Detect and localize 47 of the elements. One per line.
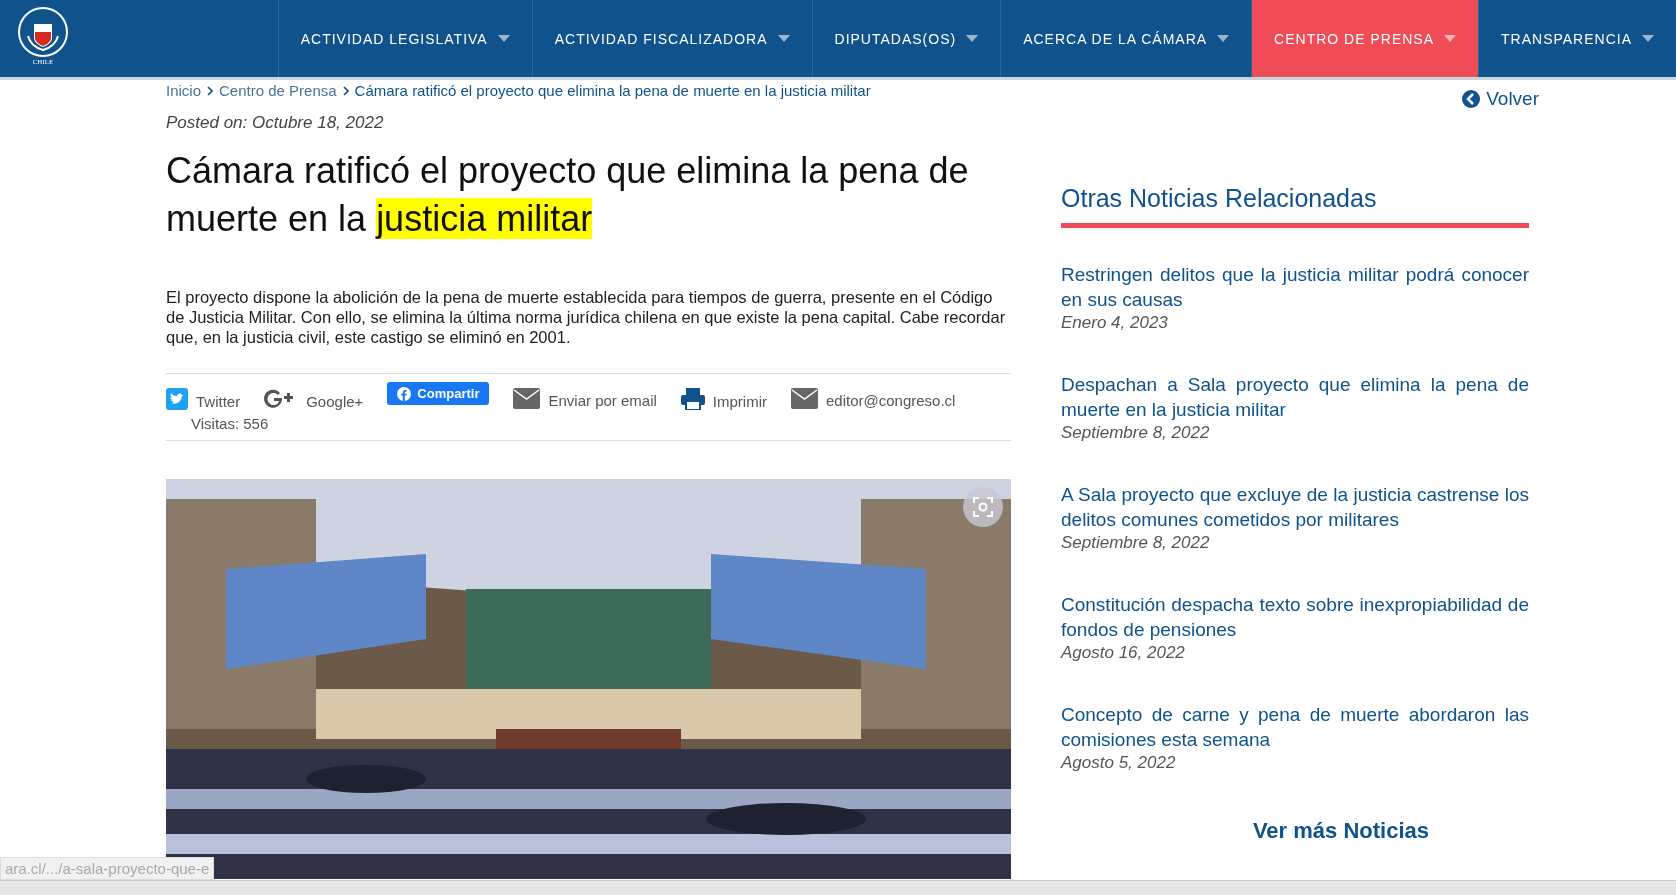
share-link[interactable]: Twitter	[166, 387, 241, 410]
chevron-icon	[342, 85, 349, 96]
caret-icon	[1642, 35, 1654, 42]
section-heading: Otras Noticias Relacionadas	[1061, 184, 1529, 228]
news-date: Septiembre 8, 2022	[1061, 532, 1211, 554]
breadcrumb-link[interactable]: Cámara ratificó el proyecto que elimina la pena de muerte en la justicia militar	[354, 82, 871, 99]
facebook-icon	[397, 386, 412, 401]
nav-tab[interactable]: DIPUTADAS(OS)	[811, 0, 1001, 77]
back-link[interactable]: Volver	[1462, 88, 1539, 110]
nav-tab[interactable]: ACTIVIDAD LEGISLATIVA	[277, 0, 532, 77]
status-url: ara.cl/.../a-sala-proyecto-que-e	[0, 857, 215, 880]
envelope-icon	[791, 388, 818, 409]
news-date: Septiembre 8, 2022	[1061, 422, 1211, 444]
more-news-link[interactable]: Ver más Noticias	[1252, 818, 1429, 844]
share-link[interactable]: editor@congreso.cl	[791, 388, 956, 409]
share-link[interactable]: Enviar por email	[513, 388, 657, 409]
article-lede: El proyecto dispone la abolición de la pena de muerte establecida para tiempos de guerra, presente en el Código de Justicia Militar. Con ello, se elimina la última norma jurídica chilena en que existe la pena capital. Cabe recordar que, en la justicia civil, este castigo se eliminó en 2001.	[166, 287, 1007, 347]
breadcrumb-link[interactable]: Inicio	[166, 82, 202, 99]
share-link[interactable]: Imprimir	[680, 387, 767, 410]
horizontal-scrollbar[interactable]	[0, 880, 1676, 895]
share-link[interactable]: Google+	[264, 387, 364, 410]
news-link[interactable]: Constitución despacha texto sobre inexpropiabilidad de fondos de pensiones	[1061, 592, 1529, 642]
visit-count: Visitas: 556	[190, 415, 270, 432]
caret-icon	[777, 35, 790, 42]
post-date: Posted on: Octubre 18, 2022	[166, 113, 385, 133]
news-link[interactable]: Concepto de carne y pena de muerte abordaron las comisiones esta semana	[1061, 702, 1529, 752]
news-link[interactable]: A Sala proyecto que excluye de la justicia castrense los delitos comunes cometidos por militares	[1061, 482, 1529, 532]
news-date: Agosto 5, 2022	[1061, 752, 1177, 774]
caret-icon	[966, 35, 979, 42]
caret-icon	[497, 35, 510, 42]
printer-icon	[680, 387, 705, 410]
nav-tab[interactable]: ACTIVIDAD FISCALIZADORA	[531, 0, 812, 77]
envelope-icon	[513, 388, 541, 409]
chevron-icon	[207, 85, 214, 96]
news-link[interactable]: Restringen delitos que la justicia militar podrá conocer en sus causas	[1061, 262, 1529, 312]
nav-tab[interactable]: CENTRO DE PRENSA	[1251, 0, 1478, 77]
news-date: Agosto 16, 2022	[1061, 642, 1186, 664]
breadcrumb-link[interactable]: Centro de Prensa	[219, 82, 337, 99]
caret-icon	[1444, 35, 1456, 42]
news-link[interactable]: Despachan a Sala proyecto que elimina la pena de muerte en la justicia militar	[1061, 372, 1529, 422]
article-title: Cámara ratificó el proyecto que elimina la pena de muerte en la justicia militar	[166, 149, 970, 241]
caret-icon	[1217, 35, 1230, 42]
lens-icon	[973, 497, 993, 517]
facebook-share-button[interactable]: Compartir	[387, 382, 490, 405]
bird-icon	[166, 387, 188, 410]
news-date: Enero 4, 2023	[1061, 312, 1169, 334]
nav-tab[interactable]: TRANSPARENCIA	[1478, 0, 1676, 77]
